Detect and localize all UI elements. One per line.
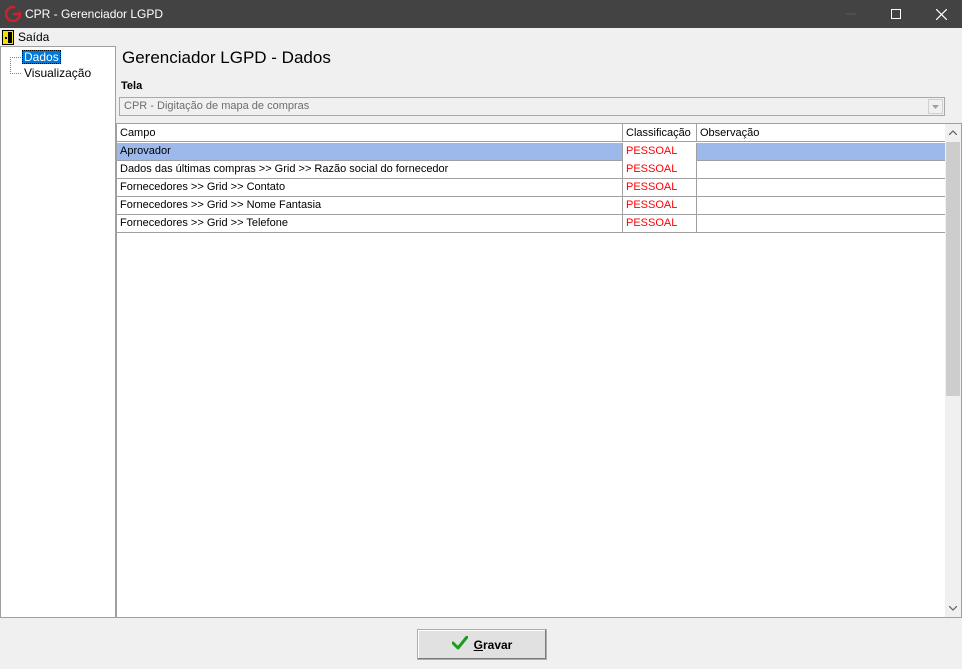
scroll-down-icon[interactable] (945, 600, 961, 617)
cell-observacao[interactable] (697, 179, 946, 197)
app-logo-icon (4, 5, 22, 23)
cell-campo[interactable]: Dados das últimas compras >> Grid >> Raz… (117, 161, 623, 179)
cell-campo[interactable]: Fornecedores >> Grid >> Nome Fantasia (117, 197, 623, 215)
navigation-tree: Dados Visualização (0, 46, 116, 618)
maximize-button[interactable] (873, 0, 919, 28)
window-title: CPR - Gerenciador LGPD (25, 7, 164, 21)
tree-connector (10, 57, 21, 58)
minimize-button[interactable] (828, 0, 874, 28)
tela-label: Tela (121, 80, 143, 92)
cell-observacao[interactable] (697, 161, 946, 179)
table-row[interactable]: Fornecedores >> Grid >> Nome Fantasia PE… (117, 197, 946, 215)
chevron-down-icon[interactable] (928, 99, 943, 114)
fields-grid: Campo Classificação Observação Aprovador… (116, 123, 962, 618)
cell-observacao[interactable] (697, 143, 946, 161)
cell-classificacao[interactable]: PESSOAL (623, 179, 697, 197)
menu-bar: Saída (0, 28, 962, 46)
exit-door-icon (2, 29, 14, 45)
table-row[interactable]: Aprovador PESSOAL (117, 143, 946, 161)
tree-item-dados[interactable]: Dados (22, 50, 61, 64)
page-title: Gerenciador LGPD - Dados (122, 48, 331, 67)
vertical-scrollbar[interactable] (945, 124, 961, 617)
cell-campo[interactable]: Fornecedores >> Grid >> Telefone (117, 215, 623, 233)
cell-observacao[interactable] (697, 197, 946, 215)
table-row[interactable]: Dados das últimas compras >> Grid >> Raz… (117, 161, 946, 179)
title-bar: CPR - Gerenciador LGPD (0, 0, 962, 28)
cell-observacao[interactable] (697, 215, 946, 233)
menu-exit[interactable]: Saída (2, 29, 49, 45)
cell-classificacao[interactable]: PESSOAL (623, 161, 697, 179)
cell-classificacao[interactable]: PESSOAL (623, 143, 697, 161)
checkmark-icon (451, 635, 469, 653)
cell-classificacao[interactable]: PESSOAL (623, 197, 697, 215)
cell-classificacao[interactable]: PESSOAL (623, 215, 697, 233)
tree-item-visualizacao[interactable]: Visualização (22, 66, 93, 80)
table-row[interactable]: Fornecedores >> Grid >> Contato PESSOAL (117, 179, 946, 197)
tela-select-value: CPR - Digitação de mapa de compras (124, 100, 310, 112)
column-header-observacao[interactable]: Observação (697, 124, 946, 142)
tree-connector (10, 57, 11, 74)
tela-select[interactable]: CPR - Digitação de mapa de compras (119, 97, 945, 116)
save-button[interactable]: Gravar (417, 629, 547, 660)
grid-header: Campo Classificação Observação (117, 124, 946, 142)
cell-campo[interactable]: Aprovador (117, 143, 623, 161)
scroll-up-icon[interactable] (945, 124, 961, 141)
scrollbar-thumb[interactable] (946, 142, 960, 396)
save-button-label: Gravar (473, 637, 513, 652)
tree-connector (10, 73, 21, 74)
table-row[interactable]: Fornecedores >> Grid >> Telefone PESSOAL (117, 215, 946, 233)
column-header-campo[interactable]: Campo (117, 124, 623, 142)
menu-exit-label: Saída (18, 30, 50, 44)
close-button[interactable] (918, 0, 962, 28)
column-header-classificacao[interactable]: Classificação (623, 124, 697, 142)
cell-campo[interactable]: Fornecedores >> Grid >> Contato (117, 179, 623, 197)
